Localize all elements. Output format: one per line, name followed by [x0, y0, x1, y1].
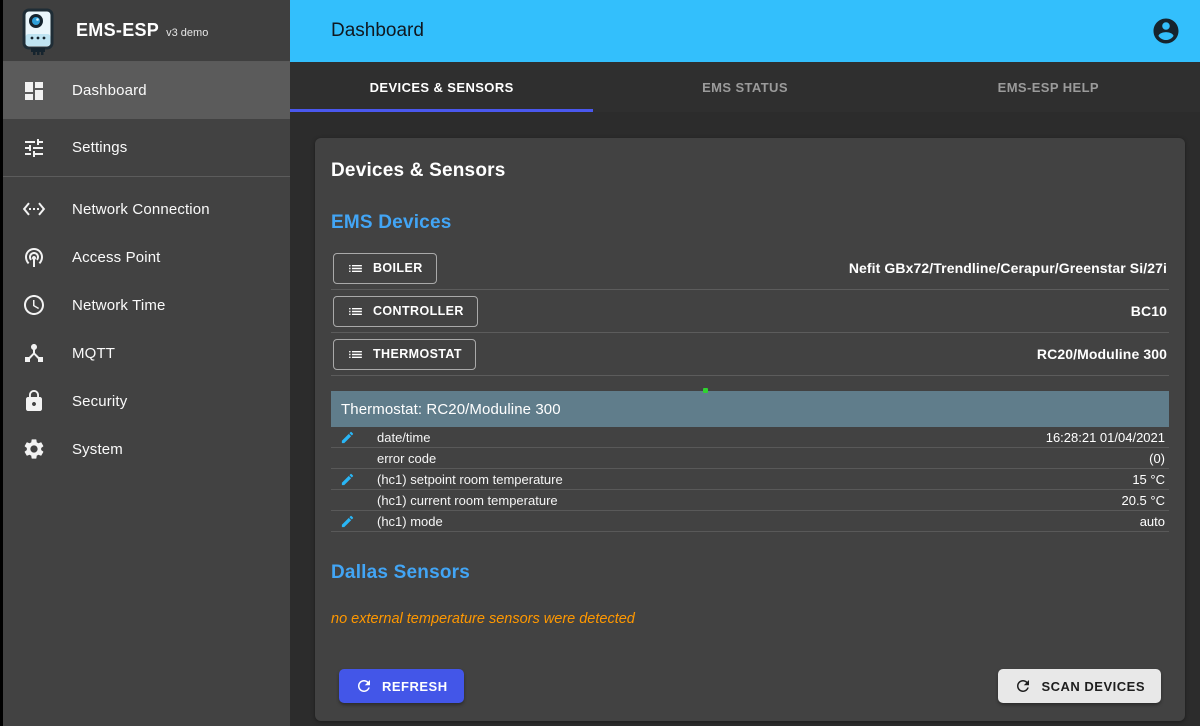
detail-row-error-code: error code (0) — [331, 448, 1169, 469]
sidebar-header: EMS-ESP v3 demo — [0, 0, 290, 62]
device-model: Nefit GBx72/Trendline/Cerapur/Greenstar … — [849, 260, 1167, 276]
sidebar-item-dashboard[interactable]: Dashboard — [0, 62, 290, 119]
wifi-tethering-icon — [22, 245, 46, 269]
sidebar-item-mqtt[interactable]: MQTT — [0, 329, 290, 377]
row-value: 16:28:21 01/04/2021 — [1046, 430, 1165, 445]
actions-bar: REFRESH SCAN DEVICES — [331, 669, 1169, 703]
tab-bar: DEVICES & SENSORS EMS STATUS EMS-ESP HEL… — [290, 62, 1200, 112]
thermostat-device-button[interactable]: THERMOSTAT — [333, 339, 476, 370]
no-sensors-message: no external temperature sensors were det… — [331, 611, 1169, 627]
row-label: error code — [377, 451, 436, 466]
detail-row-mode: (hc1) mode auto — [331, 511, 1169, 532]
scan-refresh-icon — [1014, 677, 1032, 695]
row-value: (0) — [1149, 451, 1165, 466]
sidebar-nav: Dashboard Settings Network Connection — [0, 62, 290, 473]
refresh-button[interactable]: REFRESH — [339, 669, 464, 703]
refresh-icon — [355, 677, 373, 695]
row-value: 20.5 °C — [1121, 493, 1165, 508]
thermostat-detail-header: Thermostat: RC20/Moduline 300 — [331, 391, 1169, 427]
sidebar-item-label: Network Time — [72, 297, 166, 314]
brand: EMS-ESP v3 demo — [76, 20, 208, 41]
edit-pencil-icon[interactable] — [340, 430, 355, 445]
devices-sensors-card: Devices & Sensors EMS Devices BOILER Nef… — [315, 138, 1185, 721]
sidebar-item-label: Dashboard — [72, 82, 147, 99]
list-icon — [347, 303, 364, 320]
device-model: RC20/Moduline 300 — [1037, 346, 1167, 362]
sidebar-item-label: Network Connection — [72, 201, 210, 218]
device-row-controller: CONTROLLER BC10 — [331, 290, 1169, 333]
sidebar-item-settings[interactable]: Settings — [0, 119, 290, 176]
list-icon — [347, 260, 364, 277]
sidebar-item-security[interactable]: Security — [0, 377, 290, 425]
main-area: Dashboard DEVICES & SENSORS EMS STATUS E… — [290, 0, 1200, 726]
edit-pencil-icon[interactable] — [340, 514, 355, 529]
boiler-device-button[interactable]: BOILER — [333, 253, 437, 284]
refresh-button-label: REFRESH — [382, 679, 448, 694]
app-name: EMS-ESP — [76, 20, 159, 41]
thermostat-detail-section: Thermostat: RC20/Moduline 300 date/time … — [331, 391, 1169, 532]
sidebar-item-label: Settings — [72, 139, 127, 156]
app-window: EMS-ESP v3 demo Dashboard Settings — [0, 0, 1200, 726]
device-type-label: THERMOSTAT — [373, 347, 462, 361]
tune-icon — [22, 136, 46, 160]
app-version: v3 demo — [166, 27, 208, 39]
lock-icon — [22, 389, 46, 413]
detail-row-setpoint-temperature: (hc1) setpoint room temperature 15 °C — [331, 469, 1169, 490]
device-hub-icon — [22, 341, 46, 365]
appbar: Dashboard — [290, 0, 1200, 62]
detail-row-date-time: date/time 16:28:21 01/04/2021 — [331, 427, 1169, 448]
tab-ems-esp-help[interactable]: EMS-ESP HELP — [897, 62, 1200, 112]
sidebar-item-system[interactable]: System — [0, 425, 290, 473]
list-icon — [347, 346, 364, 363]
account-button[interactable] — [1149, 14, 1183, 48]
sidebar: EMS-ESP v3 demo Dashboard Settings — [0, 0, 290, 726]
green-dot-marker — [703, 388, 708, 393]
sidebar-item-label: Security — [72, 393, 127, 410]
edit-cell — [331, 430, 377, 445]
detail-row-current-temperature: (hc1) current room temperature 20.5 °C — [331, 490, 1169, 511]
page-title: Dashboard — [331, 20, 1149, 42]
device-type-label: CONTROLLER — [373, 304, 464, 318]
sidebar-item-network-connection[interactable]: Network Connection — [0, 185, 290, 233]
window-left-edge — [0, 0, 3, 726]
row-label: date/time — [377, 430, 430, 445]
clock-icon — [22, 293, 46, 317]
sidebar-item-label: Access Point — [72, 249, 161, 266]
card-title: Devices & Sensors — [331, 160, 1169, 182]
device-row-thermostat: THERMOSTAT RC20/Moduline 300 — [331, 333, 1169, 376]
scan-devices-button[interactable]: SCAN DEVICES — [998, 669, 1161, 703]
row-value: auto — [1140, 514, 1165, 529]
edit-cell — [331, 472, 377, 487]
edit-pencil-icon[interactable] — [340, 472, 355, 487]
device-list: BOILER Nefit GBx72/Trendline/Cerapur/Gre… — [331, 247, 1169, 376]
sidebar-item-label: MQTT — [72, 345, 115, 362]
gear-icon — [22, 437, 46, 461]
row-label: (hc1) mode — [377, 514, 443, 529]
device-model: BC10 — [1131, 303, 1167, 319]
device-row-boiler: BOILER Nefit GBx72/Trendline/Cerapur/Gre… — [331, 247, 1169, 290]
account-circle-icon — [1151, 16, 1181, 46]
sidebar-item-access-point[interactable]: Access Point — [0, 233, 290, 281]
boiler-logo-icon — [16, 7, 60, 55]
device-type-label: BOILER — [373, 261, 423, 275]
row-value: 15 °C — [1132, 472, 1165, 487]
tab-devices-sensors[interactable]: DEVICES & SENSORS — [290, 62, 593, 112]
sidebar-item-network-time[interactable]: Network Time — [0, 281, 290, 329]
tab-ems-status[interactable]: EMS STATUS — [593, 62, 896, 112]
dashboard-icon — [22, 79, 46, 103]
sidebar-item-label: System — [72, 441, 123, 458]
scan-devices-button-label: SCAN DEVICES — [1041, 679, 1145, 694]
row-label: (hc1) setpoint room temperature — [377, 472, 563, 487]
dallas-sensors-heading: Dallas Sensors — [331, 562, 1169, 584]
ems-devices-heading: EMS Devices — [331, 212, 1169, 234]
controller-device-button[interactable]: CONTROLLER — [333, 296, 478, 327]
content-area: Devices & Sensors EMS Devices BOILER Nef… — [290, 112, 1200, 726]
ethernet-icon — [22, 197, 46, 221]
row-label: (hc1) current room temperature — [377, 493, 558, 508]
edit-cell — [331, 514, 377, 529]
